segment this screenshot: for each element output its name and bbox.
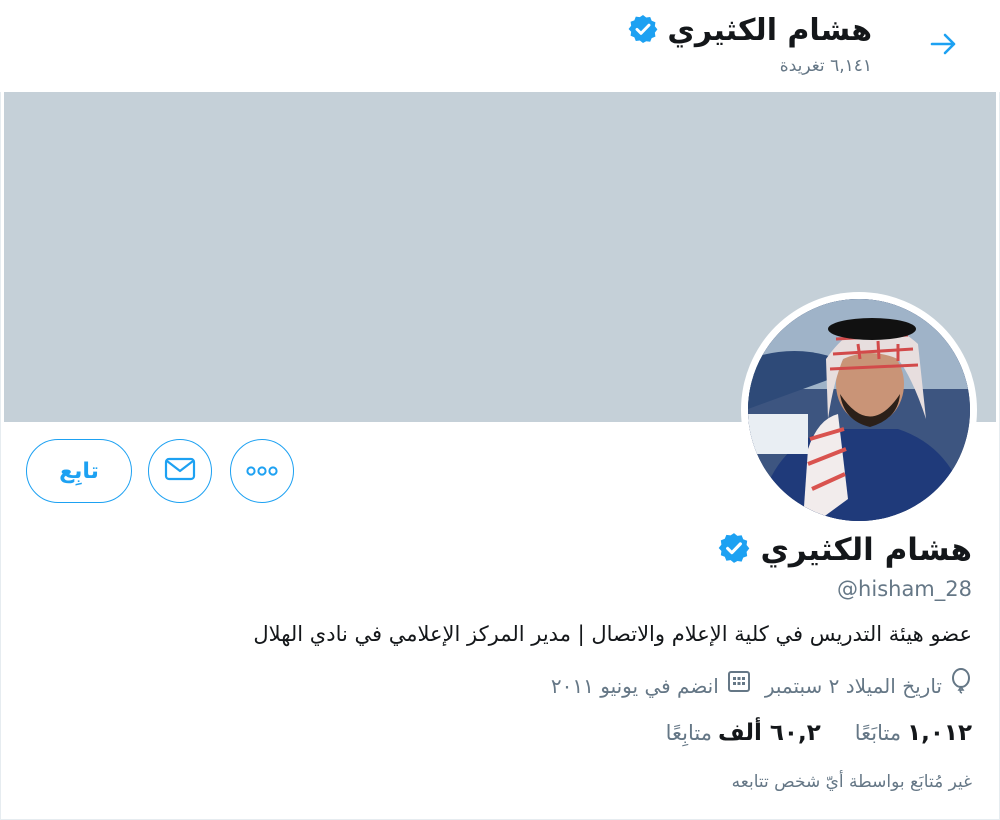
header-titles: هشام الكثيري ٦,١٤١ تغريدة [627, 10, 872, 78]
following-stat[interactable]: ١,٠١٢ متابَعًا [855, 716, 972, 750]
profile-handle: @hisham_28 [837, 577, 972, 601]
birthday-text: تاريخ الميلاد ٢ سبتمبر [764, 673, 942, 698]
more-dots-icon [245, 462, 279, 481]
joined-text: انضم في يونيو ٢٠١١ [550, 673, 719, 698]
profile-name-row: هشام الكثيري [717, 528, 973, 572]
joined-item: انضم في يونيو ٢٠١١ [551, 669, 751, 702]
header-name-row: هشام الكثيري [627, 10, 872, 52]
followers-count: ٦٠,٢ ألف [717, 720, 821, 746]
calendar-icon [727, 669, 751, 702]
profile-name: هشام الكثيري [760, 532, 973, 568]
arrow-right-icon [929, 32, 959, 60]
message-button[interactable] [148, 439, 212, 503]
profile-header: هشام الكثيري ٦,١٤١ تغريدة [0, 0, 1000, 92]
avatar-photo [748, 299, 970, 521]
more-button[interactable] [230, 439, 294, 503]
birthday-item: تاريخ الميلاد ٢ سبتمبر [765, 668, 972, 703]
following-label: متابَعًا [854, 721, 902, 745]
avatar[interactable] [741, 292, 977, 528]
followers-stat[interactable]: ٦٠,٢ ألف متابِعًا [666, 716, 821, 750]
verified-badge-icon [717, 531, 751, 569]
profile-stats: ١,٠١٢ متابَعًا ٦٠,٢ ألف متابِعًا [666, 716, 972, 750]
profile-meta: تاريخ الميلاد ٢ سبتمبر انضم في يونيو ٢٠١… [551, 668, 972, 703]
followed-by-note: غير مُتابَع بواسطة أيّ شخص تتابعه [731, 772, 972, 792]
profile-bio: عضو هيئة التدريس في كلية الإعلام والاتصا… [253, 622, 972, 646]
followers-label: متابِعًا [665, 721, 712, 745]
verified-badge-icon [627, 13, 659, 49]
follow-button[interactable]: تابِع [26, 439, 132, 503]
envelope-icon [164, 457, 196, 485]
header-name: هشام الكثيري [667, 13, 872, 48]
back-button[interactable] [922, 26, 966, 66]
tweet-count: ٦,١٤١ تغريدة [779, 56, 872, 76]
balloon-icon [950, 668, 972, 703]
following-count: ١,٠١٢ [907, 720, 972, 746]
